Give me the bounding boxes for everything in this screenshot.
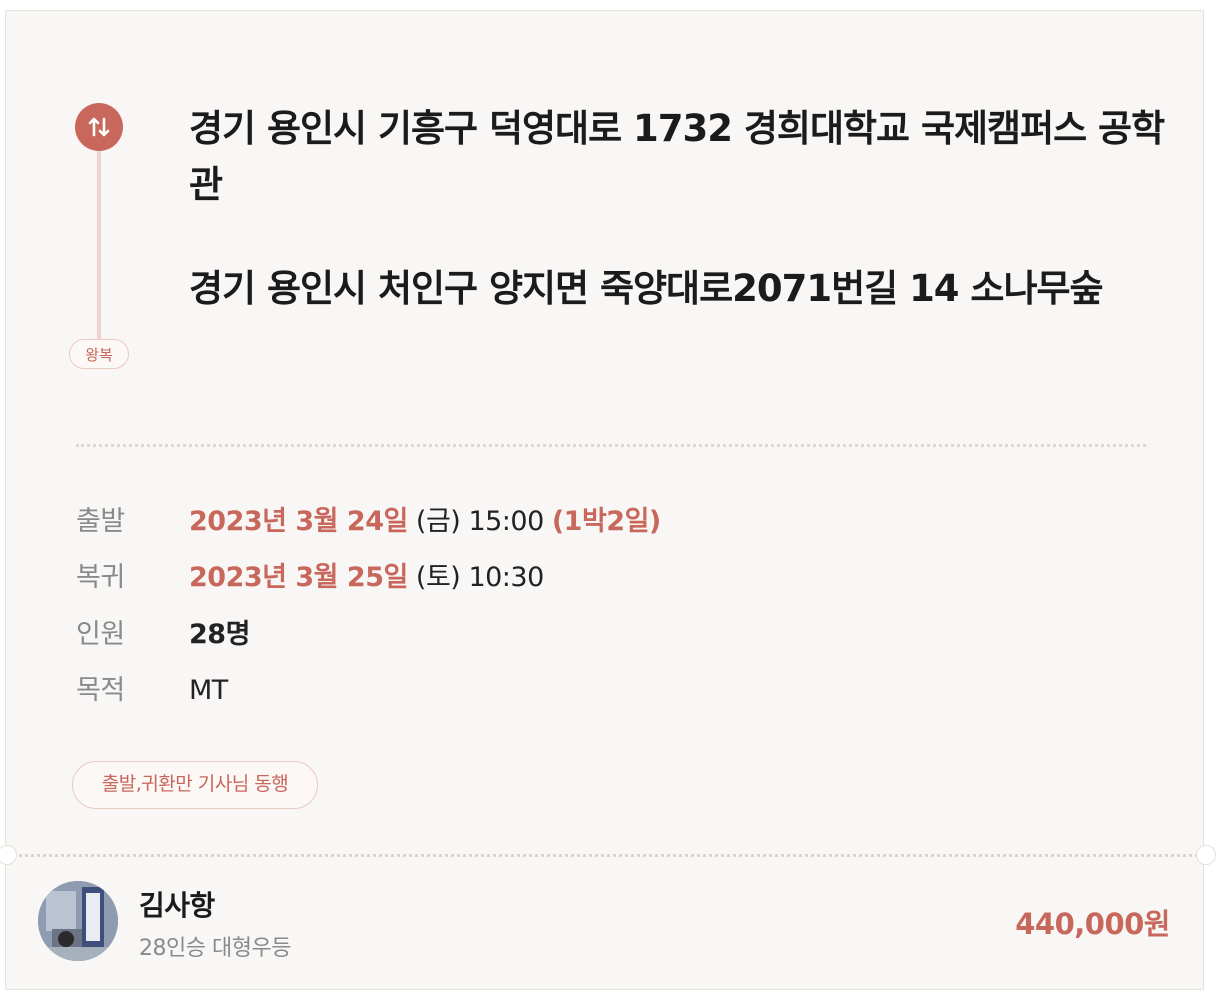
quote-card: 왕복 경기 용인시 기흥구 덕영대로 1732 경희대학교 국제캠퍼스 공학관 … — [5, 10, 1204, 990]
passengers-label: 인원 — [76, 619, 125, 650]
return-label: 복귀 — [76, 562, 125, 593]
departure-time: 15:00 — [468, 506, 544, 537]
departure-date: 2023년 3월 24일 — [189, 506, 408, 537]
trip-duration: (1박2일) — [551, 506, 661, 537]
driver-avatar[interactable] — [38, 881, 118, 961]
quote-price: 440,000원 — [1015, 907, 1170, 941]
departure-weekday: (금) — [415, 506, 461, 537]
ticket-notch-right — [1196, 845, 1216, 865]
route-connector-line — [97, 151, 101, 341]
purpose-label: 목적 — [76, 675, 125, 706]
origin-address: 경기 용인시 기흥구 덕영대로 1732 경희대학교 국제캠퍼스 공학관 — [189, 107, 1165, 206]
purpose-value: MT — [189, 675, 228, 706]
ticket-tear-line — [8, 854, 1198, 857]
driver-note-chip: 출발,귀환만 기사님 동행 — [72, 761, 318, 809]
dotted-divider — [76, 444, 1146, 447]
swap-arrows-icon — [75, 103, 123, 151]
return-weekday: (토) — [415, 562, 461, 593]
return-date: 2023년 3월 25일 — [189, 562, 408, 593]
return-time: 10:30 — [468, 562, 544, 593]
round-trip-badge: 왕복 — [69, 339, 129, 369]
driver-name: 김사항 — [139, 889, 215, 922]
destination-address: 경기 용인시 처인구 양지면 죽양대로2071번길 14 소나무숲 — [189, 267, 1104, 310]
vehicle-type: 28인승 대형우등 — [139, 936, 291, 961]
departure-label: 출발 — [76, 506, 125, 537]
passengers-value: 28명 — [189, 619, 250, 650]
